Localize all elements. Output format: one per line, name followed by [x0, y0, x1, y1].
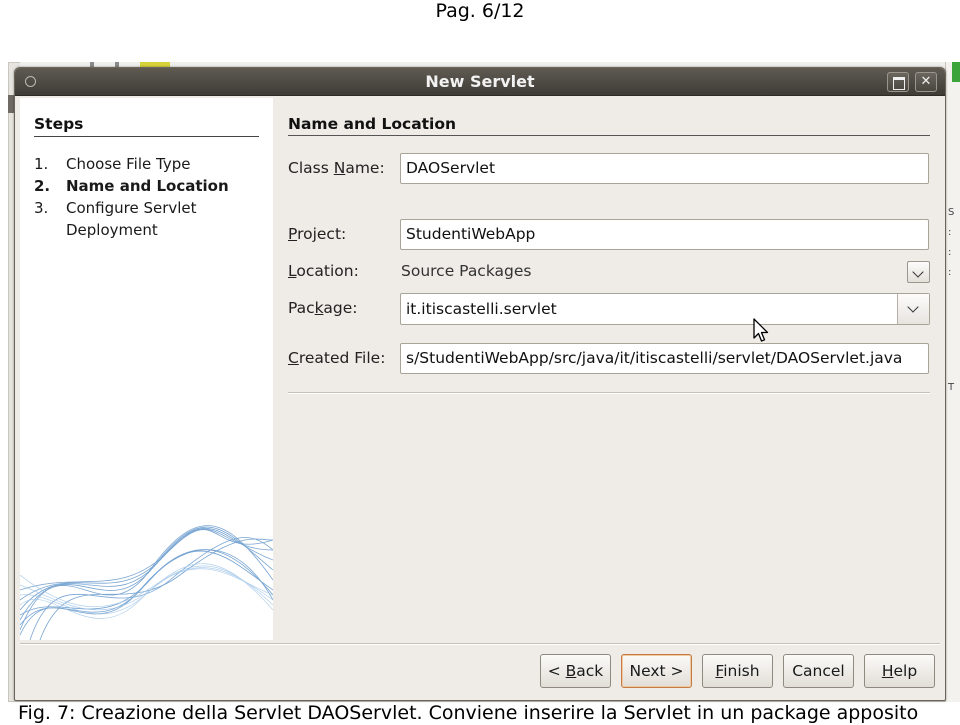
decorative-wave-graphic [20, 525, 273, 640]
form-separator [288, 392, 930, 394]
created-file-field[interactable]: s/StudentiWebApp/src/java/it/itiscastell… [400, 343, 929, 374]
location-value[interactable]: Source Packages [401, 262, 532, 280]
package-input[interactable]: it.itiscastelli.servlet [406, 294, 557, 324]
location-dropdown-icon[interactable] [907, 261, 930, 283]
background-status-indicator [952, 62, 960, 82]
cancel-button[interactable]: Cancel [783, 654, 854, 688]
new-servlet-dialog: New Servlet ✕ Steps 1. Choose File Type 2… [14, 67, 946, 701]
mouse-pointer-icon [753, 318, 769, 342]
page-header: Pag. 6/12 [435, 0, 525, 22]
finish-button[interactable]: Finish [702, 654, 773, 688]
figure-caption: Fig. 7: Creazione della Servlet DAOServl… [18, 702, 919, 724]
package-combobox[interactable]: it.itiscastelli.servlet [400, 293, 930, 325]
project-label: Project: [288, 225, 347, 243]
step-item-configure-servlet: 3. Configure Servlet [34, 199, 197, 217]
package-label: Package: [288, 299, 358, 317]
location-label: Location: [288, 262, 359, 280]
dialog-title: New Servlet [425, 72, 535, 91]
wizard-button-bar: < Back Next > Finish Cancel Help [540, 654, 935, 688]
close-icon[interactable]: ✕ [915, 72, 937, 92]
steps-list: 1. Choose File Type 2. Name and Location 3… [34, 153, 264, 241]
button-bar-separator [20, 643, 940, 645]
maximize-icon[interactable] [887, 72, 909, 92]
class-name-input[interactable]: DAOServlet [400, 153, 929, 184]
steps-panel: Steps 1. Choose File Type 2. Name and Loca… [20, 98, 273, 640]
dialog-titlebar[interactable]: New Servlet ✕ [15, 68, 945, 96]
section-divider [288, 135, 930, 136]
step-item-choose-file-type: 1. Choose File Type [34, 155, 191, 173]
step-item-name-and-location: 2. Name and Location [34, 177, 229, 195]
step-item-deployment: Deployment [66, 221, 158, 239]
background-right-edge: S : : : T [945, 62, 960, 702]
steps-title: Steps [34, 115, 84, 133]
help-button[interactable]: Help [864, 654, 935, 688]
steps-divider [34, 136, 259, 137]
project-field[interactable]: StudentiWebApp [400, 219, 929, 250]
class-name-label: Class Name: [288, 159, 385, 177]
section-title: Name and Location [288, 115, 457, 133]
package-dropdown-icon[interactable] [897, 294, 929, 324]
created-file-label: Created File: [288, 349, 386, 367]
back-button[interactable]: < Back [540, 654, 611, 688]
next-button[interactable]: Next > [621, 654, 692, 688]
